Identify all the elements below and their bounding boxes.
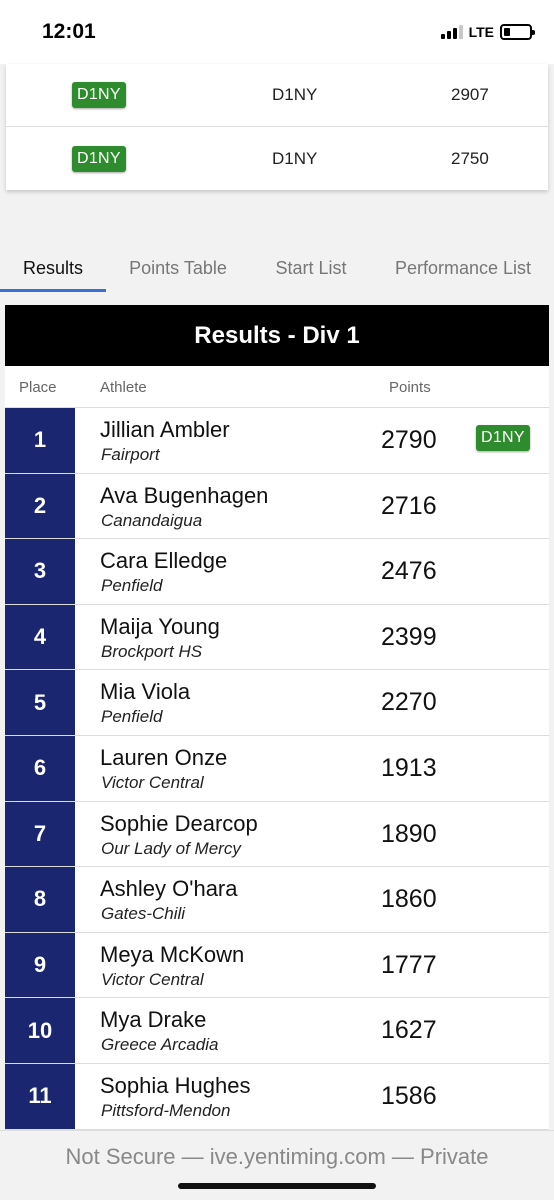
signal-strength-icon — [440, 25, 463, 39]
tab-start-list[interactable]: Start List — [250, 248, 372, 292]
athlete-school: Penfield — [101, 707, 163, 727]
result-row[interactable]: 9 Meya McKown Victor Central 1777 — [5, 932, 549, 999]
athlete-school: Brockport HS — [101, 641, 203, 661]
athlete-name[interactable]: Lauren Onze — [100, 745, 227, 771]
tab-points-table[interactable]: Points Table — [106, 248, 250, 292]
athlete-school: Victor Central — [101, 772, 204, 792]
athlete-school: Canandaigua — [101, 510, 203, 530]
place-number: 2 — [5, 473, 75, 539]
place-number: 5 — [5, 670, 75, 735]
battery-icon — [500, 24, 535, 40]
result-row[interactable]: 3 Cara Elledge Penfield 2476 — [5, 539, 549, 605]
athlete-points: 1890 — [381, 819, 437, 848]
status-time: 12:01 — [42, 20, 96, 43]
athlete-school: Greece Arcadia — [101, 1035, 219, 1055]
athlete-name[interactable]: Ashley O'hara — [100, 876, 238, 902]
result-row[interactable]: 11 Sophia Hughes Pittsford-Mendon 1586 — [5, 1063, 549, 1130]
athlete-points: 1627 — [381, 1016, 437, 1045]
results-title: Results - Div 1 — [5, 305, 549, 366]
athlete-points: 2790 — [381, 426, 437, 454]
column-header-athlete[interactable]: Athlete — [100, 379, 147, 396]
athlete-name[interactable]: Mia Viola — [100, 679, 190, 705]
qualifier-badge: D1NY — [72, 82, 126, 108]
result-row[interactable]: 6 Lauren Onze Victor Central 1913 — [5, 735, 549, 802]
network-type: LTE — [468, 24, 494, 40]
qualifier-team: D1NY — [272, 148, 318, 168]
result-row[interactable]: 7 Sophie Dearcop Our Lady of Mercy 1890 — [5, 801, 549, 868]
qualifier-badge: D1NY — [476, 425, 530, 451]
qualifier-points: 2750 — [451, 148, 489, 168]
result-row[interactable]: 10 Mya Drake Greece Arcadia 1627 — [5, 998, 549, 1064]
athlete-school: Gates-Chili — [101, 904, 186, 924]
athlete-school: Pittsford-Mendon — [101, 1100, 231, 1120]
status-bar: 12:01 LTE — [0, 0, 554, 64]
results-rows: 1 Jillian Ambler Fairport 2790 D1NY 2 Ava Buge… — [5, 408, 549, 1130]
athlete-points: 2399 — [381, 622, 437, 651]
qualifier-row: D1NY D1NY 2907 — [6, 64, 548, 127]
place-number: 11 — [5, 1063, 75, 1129]
url-text[interactable]: Not Secure — ive.yentiming.com — Private — [0, 1144, 554, 1170]
athlete-points: 1913 — [381, 753, 437, 782]
result-row[interactable]: 4 Maija Young Brockport HS 2399 — [5, 604, 549, 671]
athlete-points: 1860 — [381, 885, 437, 914]
tab-results[interactable]: Results — [0, 248, 106, 292]
athlete-school: Victor Central — [101, 969, 204, 989]
athlete-name[interactable]: Meya McKown — [100, 942, 244, 968]
place-number: 7 — [5, 801, 75, 867]
athlete-name[interactable]: Ava Bugenhagen — [100, 483, 268, 509]
results-table: Results - Div 1 Place Athlete Points 1 Ji… — [5, 305, 549, 1145]
place-number: 10 — [5, 998, 75, 1063]
athlete-points: 2476 — [381, 557, 437, 586]
result-row[interactable]: 2 Ava Bugenhagen Canandaigua 2716 — [5, 473, 549, 540]
athlete-name[interactable]: Mya Drake — [100, 1007, 206, 1033]
athlete-school: Our Lady of Mercy — [101, 838, 241, 858]
place-number: 6 — [5, 735, 75, 801]
athlete-name[interactable]: Maija Young — [100, 614, 220, 640]
result-row[interactable]: 8 Ashley O'hara Gates-Chili 1860 — [5, 867, 549, 933]
athlete-name[interactable]: Jillian Ambler — [100, 417, 230, 443]
column-header-points[interactable]: Points — [389, 379, 431, 396]
place-number: 3 — [5, 539, 75, 604]
tab-bar: Results Points Table Start List Performa… — [0, 248, 554, 292]
athlete-points: 1777 — [381, 950, 437, 979]
athlete-school: Fairport — [101, 445, 160, 464]
place-number: 1 — [5, 408, 75, 473]
athlete-school: Penfield — [101, 576, 163, 596]
qualifier-badge: D1NY — [72, 145, 126, 172]
qualifier-row: D1NY D1NY 2750 — [6, 127, 548, 190]
place-number: 4 — [5, 604, 75, 670]
athlete-points: 1586 — [381, 1081, 437, 1110]
column-header-place[interactable]: Place — [19, 379, 57, 396]
athlete-name[interactable]: Cara Elledge — [100, 548, 227, 574]
status-indicators: LTE — [440, 24, 535, 40]
tab-performance-list[interactable]: Performance List — [372, 248, 554, 292]
browser-url-bar[interactable]: Not Secure — ive.yentiming.com — Private — [0, 1130, 554, 1200]
result-row[interactable]: 1 Jillian Ambler Fairport 2790 D1NY — [5, 408, 549, 474]
place-number: 9 — [5, 932, 75, 998]
qualifier-card: D1NY D1NY 2907 D1NY D1NY 2750 — [6, 64, 548, 190]
result-row[interactable]: 5 Mia Viola Penfield 2270 — [5, 670, 549, 736]
athlete-points: 2716 — [381, 491, 437, 520]
athlete-name[interactable]: Sophie Dearcop — [100, 811, 258, 837]
column-headers: Place Athlete Points — [5, 366, 549, 408]
athlete-name[interactable]: Sophia Hughes — [100, 1073, 250, 1099]
qualifier-team: D1NY — [272, 85, 318, 104]
place-number: 8 — [5, 867, 75, 932]
home-indicator[interactable] — [178, 1183, 376, 1189]
qualifier-points: 2907 — [451, 85, 489, 104]
athlete-points: 2270 — [381, 688, 437, 717]
